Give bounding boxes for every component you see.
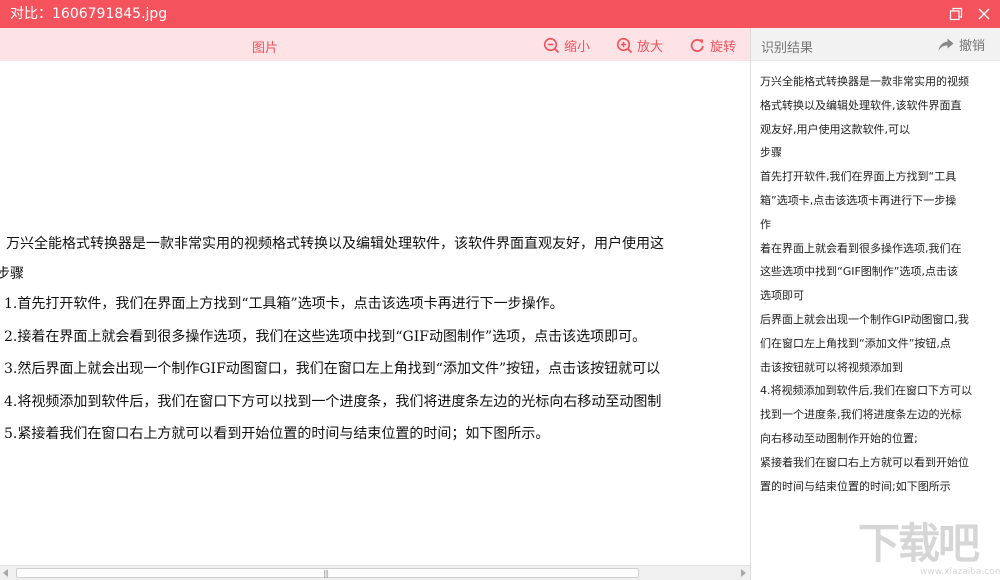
grip-icon: |||	[323, 569, 329, 578]
horizontal-scrollbar[interactable]: |||	[0, 565, 750, 580]
result-panel-header: 识别结果 撤销	[751, 28, 1000, 61]
undo-label: 撤销	[959, 39, 986, 54]
undo-icon	[938, 38, 954, 51]
image-preview[interactable]: 万兴全能格式转换器是一款非常实用的视频格式转换以及编辑处理软件，该软件界面直观友…	[0, 61, 750, 565]
scroll-left-icon[interactable]	[3, 569, 8, 577]
result-line: 击该按钮就可以将视频添加到	[760, 360, 903, 374]
preview-line: 万兴全能格式转换器是一款非常实用的视频格式转换以及编辑处理软件，该软件界面直观友…	[6, 236, 664, 252]
result-line: 向右移动至动图制作开始的位置;	[760, 431, 918, 445]
window-title: 对比：1606791845.jpg	[10, 6, 168, 22]
result-line: 后界面上就会出现一个制作GIP动图窗口,我	[760, 312, 969, 326]
scrollbar-thumb[interactable]: |||	[16, 568, 639, 578]
result-line: 万兴全能格式转换器是一款非常实用的视频	[760, 75, 969, 88]
image-panel-title: 图片	[251, 41, 278, 56]
undo-button[interactable]: 撤销	[937, 35, 985, 54]
result-line: 着在界面上就会看到很多操作选项,我们在	[760, 241, 962, 255]
result-line: 置的时间与结束位置的时间;如下图所示	[760, 479, 951, 493]
rotate-button[interactable]: 旋转	[689, 35, 736, 55]
preview-line: 步骤	[0, 266, 24, 282]
result-line: 首先打开软件,我们在界面上方找到“工具	[760, 170, 957, 184]
result-line: 4.将视频添加到软件后,我们在窗口下方可以	[760, 384, 972, 398]
result-line: 步骤	[760, 146, 782, 160]
rotate-icon	[690, 38, 704, 52]
zoom-out-icon	[543, 37, 560, 53]
preview-line: 4.将视频添加到软件后，我们在窗口下方可以找到一个进度条，我们将进度条左边的光标…	[4, 394, 662, 410]
zoom-in-button[interactable]: 放大	[616, 35, 663, 55]
restore-icon[interactable]	[948, 6, 964, 22]
preview-line: 3.然后界面上就会出现一个制作GIF动图窗口，我们在窗口左上角找到“添加文件”按…	[4, 361, 661, 377]
result-line: 们在窗口左上角找到“添加文件”按钮,点	[760, 336, 951, 350]
image-panel-toolbar: 图片 缩小 放大 旋转	[0, 28, 750, 61]
result-panel-title: 识别结果	[761, 41, 814, 56]
preview-line: 1.首先打开软件，我们在界面上方找到“工具箱”选项卡，点击该选项卡再进行下一步操…	[4, 296, 564, 312]
result-line: 观友好,用户使用这款软件,可以	[760, 122, 910, 136]
panel-divider	[750, 28, 751, 580]
result-line: 作	[760, 217, 771, 231]
preview-line: 5.紧接着我们在窗口右上方就可以看到开始位置的时间与结束位置的时间；如下图所示。	[4, 426, 550, 442]
rotate-label: 旋转	[710, 39, 737, 55]
result-line: 箱”选项卡,点击该选项卡再进行下一步操	[760, 193, 957, 207]
zoom-out-label: 缩小	[564, 39, 591, 55]
scroll-right-icon[interactable]	[741, 569, 746, 577]
result-line: 这些选项中找到“GIF图制作”选项,点击该	[760, 265, 958, 279]
result-line: 紧接着我们在窗口右上方就可以看到开始位	[760, 455, 969, 469]
preview-line: 2.接着在界面上就会看到很多操作选项，我们在这些选项中找到“GIF动图制作”选项…	[4, 329, 647, 345]
watermark: 下载吧 www.xiazaiba.com	[858, 519, 1000, 578]
result-line: 选项即可	[760, 289, 804, 303]
zoom-out-button[interactable]: 缩小	[543, 35, 590, 55]
title-bar: 对比：1606791845.jpg	[0, 0, 1000, 28]
recognition-result-text[interactable]: 万兴全能格式转换器是一款非常实用的视频 格式转换以及编辑处理软件,该软件界面直 …	[760, 70, 996, 498]
watermark-url: www.xiazaiba.com	[920, 567, 1000, 577]
zoom-in-label: 放大	[637, 39, 664, 55]
close-icon[interactable]	[976, 6, 992, 22]
result-line: 格式转换以及编辑处理软件,该软件界面直	[760, 98, 962, 112]
watermark-text: 下载吧	[858, 519, 980, 568]
result-line: 找到一个进度条,我们将进度条左边的光标	[760, 408, 962, 422]
zoom-in-icon	[616, 37, 633, 53]
